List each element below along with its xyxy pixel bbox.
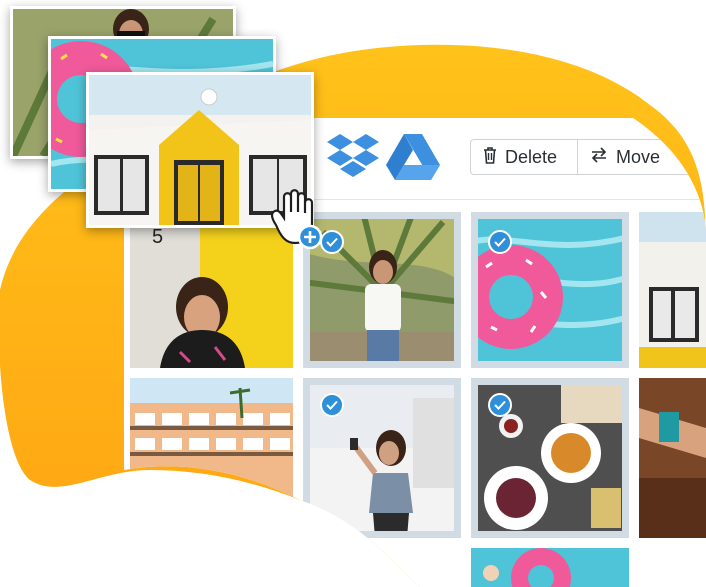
google-drive-icon[interactable] (386, 134, 440, 185)
delete-button[interactable]: Delete (470, 139, 578, 175)
move-label: Move (616, 146, 661, 167)
selected-check-icon[interactable] (488, 393, 512, 417)
dropbox-icon[interactable] (326, 134, 380, 185)
selected-check-icon[interactable] (320, 393, 344, 417)
hand-grab-icon (262, 185, 332, 260)
swap-arrows-icon (590, 147, 608, 168)
delete-label: Delete (505, 146, 558, 167)
photo-white-house[interactable] (639, 212, 706, 368)
photo-bracelet-arm[interactable] (639, 378, 706, 538)
selected-check-icon[interactable] (488, 230, 512, 254)
photo-pool-bottom[interactable] (471, 548, 629, 587)
trash-icon (483, 146, 497, 169)
